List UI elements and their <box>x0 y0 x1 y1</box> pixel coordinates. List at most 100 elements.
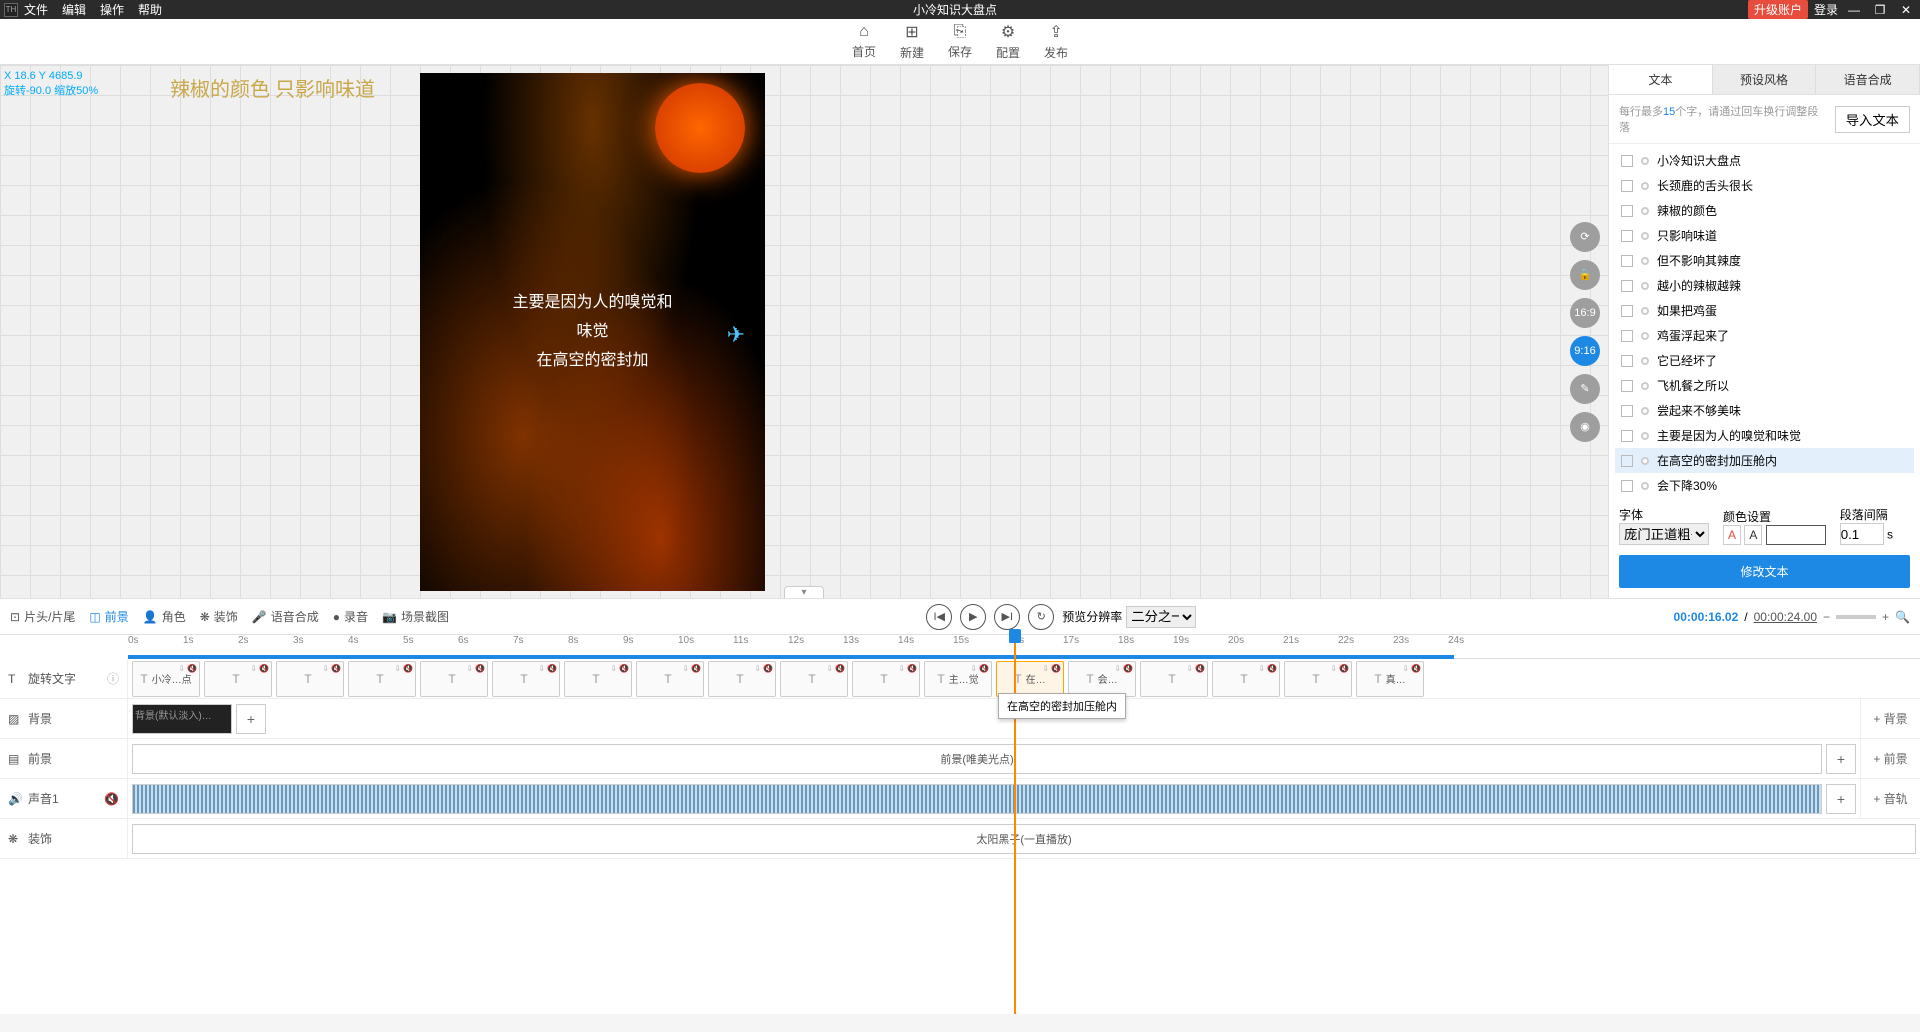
login-button[interactable]: 登录 <box>1814 1 1838 18</box>
panel-tab-场景截图[interactable]: 📷场景截图 <box>382 608 449 625</box>
text-line-item[interactable]: 小冷知识大盘点 <box>1615 148 1914 173</box>
clip-download-icon[interactable]: ⇩ <box>1330 664 1337 673</box>
checkbox-icon[interactable] <box>1621 405 1633 417</box>
zoom-fit-button[interactable]: 🔍 <box>1895 610 1910 624</box>
text-clip[interactable]: ⇩🔇T会… <box>1068 661 1136 697</box>
checkbox-icon[interactable] <box>1621 180 1633 192</box>
text-line-item[interactable]: 会下降30% <box>1615 473 1914 498</box>
spacing-input[interactable] <box>1840 523 1884 545</box>
import-text-button[interactable]: 导入文本 <box>1835 106 1910 133</box>
checkbox-icon[interactable] <box>1621 380 1633 392</box>
clip-download-icon[interactable]: ⇩ <box>682 664 689 673</box>
audio-clip[interactable] <box>132 784 1822 814</box>
timeline-ruler[interactable]: 0s1s2s3s4s5s6s7s8s9s10s11s12s13s14s15s16… <box>128 635 1920 659</box>
minimize-button[interactable]: — <box>1844 3 1864 17</box>
clip-mute-icon[interactable]: 🔇 <box>547 664 557 673</box>
mute-icon[interactable]: 🔇 <box>104 792 119 806</box>
color-swatch[interactable] <box>1766 525 1826 545</box>
bg-clip[interactable]: 背景(默认淡入)… <box>132 704 232 734</box>
checkbox-icon[interactable] <box>1621 255 1633 267</box>
add-bg-clip-button[interactable]: + <box>236 704 266 734</box>
font-select[interactable]: 庞门正道粗书体 <box>1619 523 1709 545</box>
clip-download-icon[interactable]: ⇩ <box>610 664 617 673</box>
text-line-item[interactable]: 辣椒的颜色 <box>1615 198 1914 223</box>
clip-download-icon[interactable]: ⇩ <box>1042 664 1049 673</box>
clip-mute-icon[interactable]: 🔇 <box>1123 664 1133 673</box>
clip-mute-icon[interactable]: 🔇 <box>1051 664 1061 673</box>
toolbar-save[interactable]: ⎘保存 <box>948 23 972 60</box>
text-clip[interactable]: ⇩🔇T <box>420 661 488 697</box>
toolbar-config[interactable]: ⚙配置 <box>996 22 1020 61</box>
text-clip[interactable]: ⇩🔇T <box>636 661 704 697</box>
text-clip[interactable]: ⇩🔇T在… <box>996 661 1064 697</box>
text-line-item[interactable]: 主要是因为人的嗅觉和味觉 <box>1615 423 1914 448</box>
text-clip[interactable]: ⇩🔇T小冷…点 <box>132 661 200 697</box>
text-clip[interactable]: ⇩🔇T <box>780 661 848 697</box>
clip-mute-icon[interactable]: 🔇 <box>907 664 917 673</box>
maximize-button[interactable]: ❐ <box>1870 3 1890 17</box>
text-line-item[interactable]: 飞机餐之所以 <box>1615 373 1914 398</box>
clip-download-icon[interactable]: ⇩ <box>250 664 257 673</box>
checkbox-icon[interactable] <box>1621 330 1633 342</box>
clip-mute-icon[interactable]: 🔇 <box>619 664 629 673</box>
next-frame-button[interactable]: ▶I <box>994 604 1020 630</box>
toolbar-home[interactable]: ⌂首页 <box>852 23 876 60</box>
clip-mute-icon[interactable]: 🔇 <box>475 664 485 673</box>
text-line-item[interactable]: 如果把鸡蛋 <box>1615 298 1914 323</box>
clip-download-icon[interactable]: ⇩ <box>538 664 545 673</box>
time-total[interactable]: 00:00:24.00 <box>1754 610 1817 624</box>
canvas-area[interactable]: X 18.6 Y 4685.9 旋转-90.0 缩放50% 辣椒的颜色 只影响味… <box>0 65 1608 598</box>
clip-download-icon[interactable]: ⇩ <box>394 664 401 673</box>
text-clip[interactable]: ⇩🔇T <box>1284 661 1352 697</box>
decor-clip[interactable]: 太阳黑子(一直播放) <box>132 824 1916 854</box>
clip-download-icon[interactable]: ⇩ <box>754 664 761 673</box>
checkbox-icon[interactable] <box>1621 230 1633 242</box>
play-button[interactable]: ▶ <box>960 604 986 630</box>
clip-mute-icon[interactable]: 🔇 <box>1339 664 1349 673</box>
text-line-item[interactable]: 只影响味道 <box>1615 223 1914 248</box>
checkbox-icon[interactable] <box>1621 480 1633 492</box>
clip-mute-icon[interactable]: 🔇 <box>259 664 269 673</box>
canvas-tool-ratio-9-16[interactable]: 9:16 <box>1570 336 1600 366</box>
clip-mute-icon[interactable]: 🔇 <box>1267 664 1277 673</box>
clip-download-icon[interactable]: ⇩ <box>898 664 905 673</box>
clip-download-icon[interactable]: ⇩ <box>1402 664 1409 673</box>
track-info-icon[interactable]: ⓘ <box>107 670 119 687</box>
clip-download-icon[interactable]: ⇩ <box>826 664 833 673</box>
text-clip[interactable]: ⇩🔇T真… <box>1356 661 1424 697</box>
canvas-tool-lock[interactable]: 🔒 <box>1570 260 1600 290</box>
checkbox-icon[interactable] <box>1621 280 1633 292</box>
prev-frame-button[interactable]: I◀ <box>926 604 952 630</box>
loop-button[interactable]: ↻ <box>1028 604 1054 630</box>
text-clip[interactable]: ⇩🔇T <box>492 661 560 697</box>
text-line-item[interactable]: 它已经坏了 <box>1615 348 1914 373</box>
zoom-slider[interactable] <box>1836 615 1876 619</box>
clip-mute-icon[interactable]: 🔇 <box>763 664 773 673</box>
panel-tab-片头/片尾[interactable]: ⊡片头/片尾 <box>10 608 75 625</box>
text-line-item[interactable]: 鸡蛋浮起来了 <box>1615 323 1914 348</box>
panel-tab-前景[interactable]: ◫前景 <box>89 608 128 625</box>
add-audio-clip-button[interactable]: + <box>1826 784 1856 814</box>
clip-download-icon[interactable]: ⇩ <box>1114 664 1121 673</box>
text-line-list[interactable]: 小冷知识大盘点长颈鹿的舌头很长辣椒的颜色只影响味道但不影响其辣度越小的辣椒越辣如… <box>1609 144 1920 498</box>
text-clip[interactable]: ⇩🔇T <box>204 661 272 697</box>
toolbar-publish[interactable]: ⇪发布 <box>1044 22 1068 61</box>
zoom-in-button[interactable]: + <box>1882 610 1889 624</box>
tab-preset-style[interactable]: 预设风格 <box>1713 65 1817 94</box>
menu-file[interactable]: 文件 <box>24 1 48 18</box>
panel-tab-语音合成[interactable]: 🎤语音合成 <box>252 608 319 625</box>
tab-tts[interactable]: 语音合成 <box>1816 65 1920 94</box>
text-clip[interactable]: ⇩🔇T <box>852 661 920 697</box>
clip-download-icon[interactable]: ⇩ <box>1258 664 1265 673</box>
text-clip[interactable]: ⇩🔇T <box>564 661 632 697</box>
checkbox-icon[interactable] <box>1621 305 1633 317</box>
add-audio-track-button[interactable]: + 音轨 <box>1860 779 1920 818</box>
menu-edit[interactable]: 编辑 <box>62 1 86 18</box>
canvas-tool-rotate[interactable]: ⟳ <box>1570 222 1600 252</box>
clip-download-icon[interactable]: ⇩ <box>970 664 977 673</box>
text-clip[interactable]: ⇩🔇T <box>348 661 416 697</box>
outline-color-button[interactable]: A <box>1744 525 1762 545</box>
clip-mute-icon[interactable]: 🔇 <box>1195 664 1205 673</box>
clip-mute-icon[interactable]: 🔇 <box>331 664 341 673</box>
panel-tab-装饰[interactable]: ❋装饰 <box>200 608 238 625</box>
